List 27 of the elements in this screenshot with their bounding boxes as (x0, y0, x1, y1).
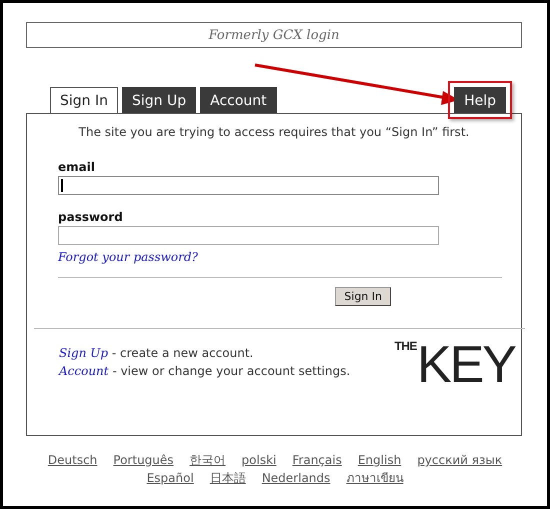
input-field[interactable] (58, 176, 439, 195)
language-link[interactable]: Español (146, 469, 194, 487)
language-link[interactable]: Nederlands (262, 469, 330, 487)
language-link[interactable]: Deutsch (48, 451, 98, 469)
link[interactable]: Account (59, 364, 109, 378)
link-description: Sign Up - create a new account. (59, 345, 254, 362)
tab[interactable]: Sign Up (122, 87, 196, 113)
language-link[interactable]: polski (242, 451, 276, 469)
sign-in-button[interactable]: Sign In (335, 287, 391, 306)
header-text: Formerly GCX login (208, 28, 340, 42)
language-link[interactable]: 한국어 (190, 451, 226, 469)
field-label: email (58, 160, 96, 174)
language-link[interactable]: Français (292, 451, 342, 469)
language-link[interactable]: 日本語 (210, 469, 246, 487)
tab[interactable]: Help (454, 87, 506, 113)
input-field[interactable] (58, 226, 439, 245)
language-link[interactable]: русский язык (417, 451, 502, 469)
language-link[interactable]: Português (113, 451, 174, 469)
language-link[interactable]: ภาษาเขียน (346, 469, 404, 487)
link-description: Account - view or change your account settings. (59, 363, 350, 380)
link[interactable]: Sign Up (59, 346, 108, 360)
tab[interactable]: Account (200, 87, 277, 113)
forgot-password-link[interactable]: Forgot your password? (58, 250, 198, 264)
tab[interactable]: Sign In (50, 87, 118, 114)
notice-text: The site you are trying to access requires that you “Sign In” first. (78, 125, 470, 139)
field-label: password (58, 210, 124, 224)
language-link[interactable]: English (358, 451, 402, 469)
